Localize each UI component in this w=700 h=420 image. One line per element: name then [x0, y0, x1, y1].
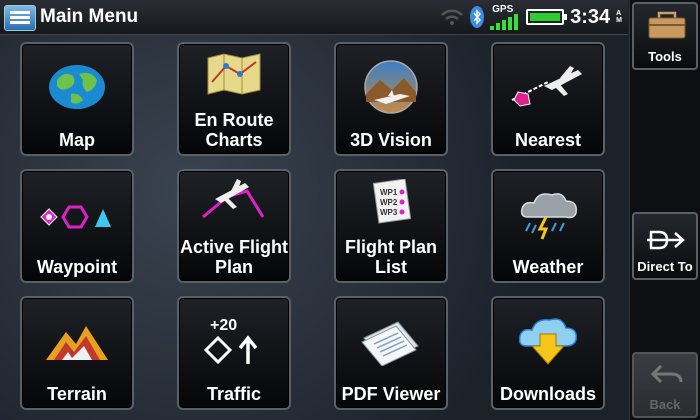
toolbox-icon — [648, 11, 686, 39]
wifi-icon — [441, 9, 464, 25]
battery-icon — [526, 9, 568, 25]
menu-icon[interactable] — [4, 5, 36, 31]
gps-signal-icon: GPS — [490, 4, 520, 30]
svg-text:WP1: WP1 — [380, 188, 398, 197]
3d-vision-button[interactable]: 3D Vision — [334, 42, 448, 156]
tile-label: Nearest — [514, 130, 582, 150]
tile-label: Traffic — [206, 384, 262, 404]
svg-text:WP3: WP3 — [380, 208, 398, 217]
sidebar: Tools Direct To Back — [629, 0, 700, 420]
3d-vision-icon — [364, 60, 418, 114]
terrain-button[interactable]: Terrain — [20, 296, 134, 410]
downloads-button[interactable]: Downloads — [491, 296, 605, 410]
tile-label: Waypoint — [36, 257, 118, 277]
active-flight-plan-button[interactable]: Active Flight Plan — [177, 169, 291, 283]
pdf-viewer-button[interactable]: PDF Viewer — [334, 296, 448, 410]
top-bar: Main Menu GPS 3:34 AM — [0, 0, 628, 35]
page-title: Main Menu — [40, 6, 139, 27]
traffic-icon: +20 — [203, 317, 258, 365]
terrain-icon — [46, 326, 108, 360]
direct-to-icon — [647, 230, 685, 250]
bluetooth-icon — [470, 6, 485, 28]
tile-label: Active Flight Plan — [179, 237, 288, 277]
tile-label: En Route Charts — [194, 110, 274, 150]
nearest-airport-icon — [511, 66, 582, 107]
en-route-charts-button[interactable]: En Route Charts — [177, 42, 291, 156]
tile-label: PDF Viewer — [341, 384, 441, 404]
tile-label: 3D Vision — [350, 130, 432, 150]
documents-icon — [361, 321, 419, 366]
download-cloud-icon — [518, 318, 578, 365]
tile-label: Downloads — [499, 384, 596, 404]
globe-icon — [49, 65, 105, 109]
back-arrow-icon — [650, 364, 683, 384]
waypoint-symbols-icon — [40, 205, 111, 229]
clock-ampm: AM — [616, 10, 622, 24]
traffic-button[interactable]: +20 Traffic — [177, 296, 291, 410]
clock-time: 3:34 — [570, 5, 611, 28]
map-button[interactable]: Map — [20, 42, 134, 156]
chart-map-icon — [207, 53, 261, 95]
tile-label: Weather — [512, 257, 584, 277]
svg-text:+20: +20 — [210, 317, 237, 334]
tile-label: Map — [59, 130, 95, 150]
back-label: Back — [649, 397, 681, 412]
flight-plan-list-icon: WP1 WP2 WP3 — [372, 179, 412, 224]
waypoint-button[interactable]: Waypoint — [20, 169, 134, 283]
flight-plan-route-icon — [202, 179, 265, 219]
tile-label: Terrain — [47, 384, 107, 404]
tools-label: Tools — [648, 49, 682, 64]
back-button[interactable]: Back — [632, 352, 698, 418]
flight-plan-list-button[interactable]: WP1 WP2 WP3 Flight Plan List — [334, 169, 448, 283]
weather-button[interactable]: Weather — [491, 169, 605, 283]
nearest-button[interactable]: Nearest — [491, 42, 605, 156]
status-area: GPS 3:34 AM — [440, 3, 622, 31]
direct-to-button[interactable]: Direct To — [632, 212, 698, 280]
tools-button[interactable]: Tools — [632, 2, 698, 70]
main-menu-grid: Map En Route Charts 3D Vision Nearest Wa… — [20, 42, 605, 410]
direct-to-label: Direct To — [637, 259, 693, 274]
weather-cloud-icon — [520, 193, 578, 240]
tile-label: Flight Plan List — [345, 237, 437, 277]
svg-text:WP2: WP2 — [380, 198, 398, 207]
